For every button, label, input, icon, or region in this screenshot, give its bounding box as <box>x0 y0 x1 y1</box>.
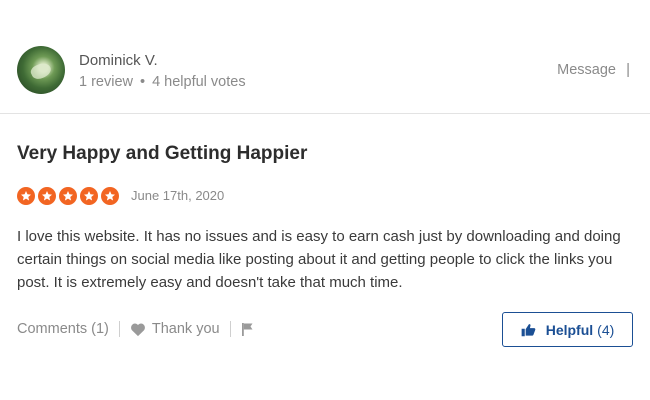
message-link[interactable]: Message <box>557 62 616 78</box>
heart-icon <box>130 323 145 336</box>
review-body: I love this website. It has no issues an… <box>17 228 621 291</box>
reviewer-avatar[interactable] <box>17 46 65 94</box>
helpful-button[interactable]: Helpful (4) <box>502 312 633 347</box>
helpful-votes-count: 4 helpful votes <box>152 74 246 90</box>
message-separator: | <box>626 61 630 78</box>
review-date: June 17th, 2020 <box>131 188 225 203</box>
flag-button[interactable] <box>241 322 254 336</box>
helpful-label: Helpful <box>545 321 594 338</box>
star-rating <box>17 187 119 205</box>
star-icon <box>80 187 98 205</box>
star-icon <box>101 187 119 205</box>
review-title: Very Happy and Getting Happier <box>17 143 308 164</box>
review-actions: Comments (1) Thank you <box>17 321 254 337</box>
reviewer-name[interactable]: Dominick V. <box>79 52 158 69</box>
reviewer-stats: 1 review • 4 helpful votes <box>79 74 246 90</box>
comments-link[interactable]: Comments (1) <box>17 321 109 337</box>
header-divider <box>0 113 650 114</box>
reviewer-header: Dominick V. 1 review • 4 helpful votes Mes… <box>0 0 650 113</box>
helpful-count: (4) <box>597 321 615 338</box>
thank-you-button[interactable]: Thank you <box>130 321 220 337</box>
thank-you-label: Thank you <box>151 321 220 337</box>
review-count: 1 review <box>79 74 133 90</box>
flag-icon <box>241 323 253 336</box>
action-divider <box>118 321 120 337</box>
action-divider <box>229 321 231 337</box>
thumbs-up-icon <box>521 323 536 336</box>
star-icon <box>59 187 77 205</box>
star-icon <box>38 187 56 205</box>
meta-separator: • <box>140 74 146 90</box>
star-icon <box>17 187 35 205</box>
